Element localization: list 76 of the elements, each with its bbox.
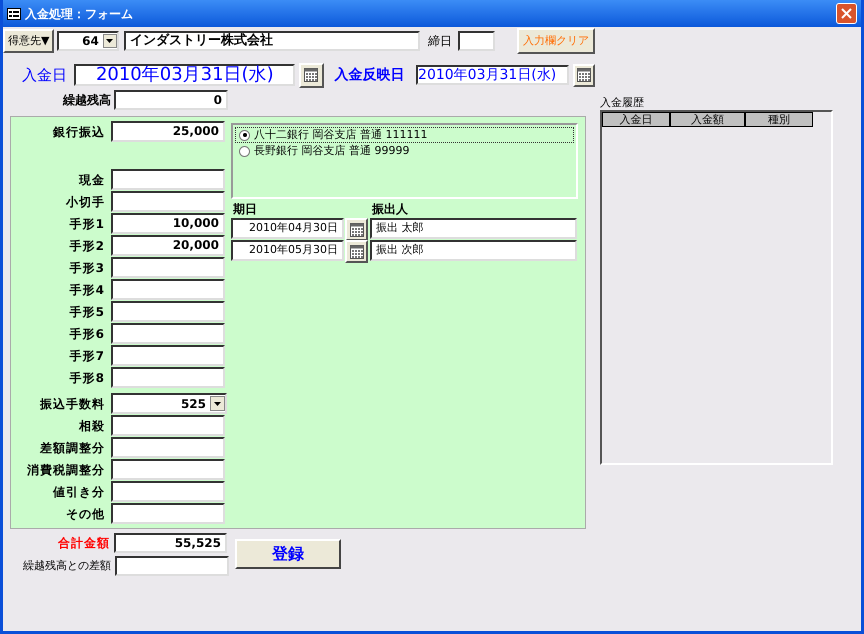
history-label: 入金履歴 [600,95,645,110]
input-field[interactable]: 10,000 [111,213,225,234]
column-header: 振出人 [372,201,408,218]
input-field[interactable] [111,169,225,190]
input-field[interactable] [111,279,225,300]
reflect-date-label: 入金反映日 [334,66,406,84]
close-icon [841,8,852,19]
field-label: 現金 [78,172,106,188]
field-label: 振込手数料 [38,396,106,412]
dropdown-field[interactable]: 525 [111,393,227,414]
field-label: 手形6 [68,326,106,342]
calendar-icon [350,244,364,258]
field-label: 値引き分 [52,484,106,500]
field-label: 銀行振込 [52,124,106,140]
field-label: 手形2 [68,238,106,254]
input-field[interactable]: 25,000 [111,121,225,142]
deposit-date-field[interactable]: 2010年03月31日(水) [74,64,296,86]
field-label: 手形1 [68,216,106,232]
customer-button[interactable]: 得意先▼ [3,29,54,53]
column-header: 入金額 [670,112,745,127]
field-value: 64 [82,33,100,50]
difference-label: 繰越残高との差額 [22,558,112,574]
field-label: 手形8 [68,370,106,386]
input-field[interactable] [111,191,225,212]
difference-field[interactable] [115,556,229,576]
input-field[interactable] [111,323,225,344]
field-label: 手形5 [68,304,106,320]
total-field[interactable]: 55,525 [114,533,227,553]
due-date-field[interactable]: 2010年05月30日 [231,240,344,261]
input-field[interactable] [111,301,225,322]
field-label: 手形4 [68,282,106,298]
input-field[interactable] [111,503,225,524]
field-label: 相殺 [78,418,106,434]
field-label: 消費税調整分 [26,462,106,478]
reflect-date-field[interactable]: 2010年03月31日(水) [416,65,569,85]
customer-code-select[interactable]: 64 [57,31,119,51]
column-header: 種別 [745,112,813,127]
due-date-field[interactable]: 2010年04月30日 [231,218,344,239]
input-field[interactable] [111,481,225,502]
deposit-date-label: 入金日 [22,64,68,86]
column-header: 期日 [233,201,258,218]
drawer-field[interactable]: 振出 太郎 [370,218,577,239]
bank-account-radio[interactable]: 長野銀行 岡谷支店 普通 99999 [235,143,574,159]
calendar-icon [350,222,364,236]
input-field[interactable] [111,459,225,480]
input-field[interactable] [111,437,225,458]
input-field[interactable] [111,367,225,388]
input-field[interactable] [111,257,225,278]
window-title: 入金処理：フォーム [25,6,133,22]
field-label: その他 [65,506,106,522]
calendar-button[interactable] [345,218,368,241]
field-value: 525 [180,396,207,412]
closing-day-label: 締日 [428,33,452,50]
input-field[interactable] [111,345,225,366]
closing-day-field[interactable] [458,31,496,51]
field-label: 小切手 [64,194,106,210]
field-label: 手形3 [68,260,106,276]
calendar-button[interactable] [299,62,324,88]
input-field[interactable] [111,415,225,436]
field-label: 差額調整分 [38,440,106,456]
total-label: 合計金額 [57,535,111,552]
carryover-field[interactable]: 0 [114,90,228,110]
drawer-field[interactable]: 振出 次郎 [370,240,577,261]
bank-account-radio[interactable]: 八十二銀行 岡谷支店 普通 111111 [235,127,574,143]
calendar-icon [576,68,591,82]
register-button[interactable]: 登録 [235,539,341,569]
form-icon [7,8,21,20]
carryover-label: 繰越残高 [62,92,112,109]
column-header: 入金日 [602,112,670,127]
customer-name-field[interactable]: インダストリー株式会社 [124,31,420,51]
calendar-button[interactable] [345,240,368,263]
calendar-button[interactable] [572,64,595,86]
field-label: 手形7 [68,348,106,364]
input-field[interactable]: 20,000 [111,235,225,256]
calendar-icon [304,68,318,82]
close-button[interactable] [836,3,857,24]
